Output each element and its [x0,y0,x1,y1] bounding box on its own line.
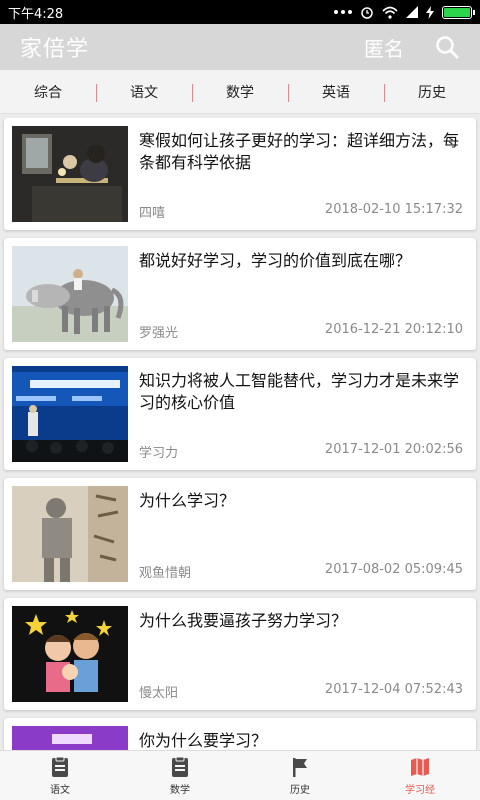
document-icon [172,756,188,777]
article-card[interactable]: 你为什么要学习？ [4,718,476,750]
article-card[interactable]: 知识力将被人工智能替代，学习力才是未来学习的核心价值 学习力 2017-12-0… [4,358,476,470]
nav-history[interactable]: 历史 [240,751,360,800]
article-feed[interactable]: 寒假如何让孩子更好的学习：超详细方法，每条都有科学依据 四嘻 2018-02-1… [0,118,480,750]
article-card[interactable]: 都说好好学习，学习的价值到底在哪？ 罗强光 2016-12-21 20:12:1… [4,238,476,350]
article-title: 知识力将被人工智能替代，学习力才是未来学习的核心价值 [139,371,460,412]
article-thumbnail [12,606,128,702]
nav-label: 历史 [290,784,310,796]
tab-math[interactable]: 数学 [192,82,288,102]
article-thumbnail [12,486,128,582]
bottom-nav: 语文 数学 历史 学习经 [0,750,480,800]
article-thumbnail [12,366,128,462]
article-author: 观鱼惜朝 [139,566,192,581]
article-author: 罗强光 [139,326,179,341]
article-title: 寒假如何让孩子更好的学习：超详细方法，每条都有科学依据 [139,131,460,172]
article-time: 2018-02-10 15:17:32 [324,202,463,217]
map-icon [411,757,429,776]
tab-history[interactable]: 历史 [384,82,480,102]
article-thumbnail [12,726,128,750]
search-icon[interactable] [434,34,460,60]
article-time: 2017-12-01 20:02:56 [324,442,463,457]
nav-chinese[interactable]: 语文 [0,751,120,800]
article-time: 2017-12-04 07:52:43 [324,682,463,697]
status-time: 下午4:28 [8,6,64,22]
signal-icon [406,6,418,18]
article-title: 都说好好学习，学习的价值到底在哪？ [139,251,412,270]
article-time: 2016-12-21 20:12:10 [324,322,463,337]
article-title: 你为什么要学习？ [139,731,268,750]
nav-label: 语文 [50,784,70,796]
tab-general[interactable]: 综合 [0,82,96,102]
article-title: 为什么我要逼孩子努力学习？ [139,611,348,630]
nav-label: 学习经 [405,784,435,796]
tab-english[interactable]: 英语 [288,82,384,102]
category-tabs: 综合 语文 数学 英语 历史 [0,70,480,114]
tab-chinese[interactable]: 语文 [96,82,192,102]
article-card[interactable]: 为什么我要逼孩子努力学习？ 慢太阳 2017-12-04 07:52:43 [4,598,476,710]
article-title: 为什么学习？ [139,491,236,510]
anonymous-button[interactable]: 匿名 [364,33,404,62]
article-card[interactable]: 寒假如何让孩子更好的学习：超详细方法，每条都有科学依据 四嘻 2018-02-1… [4,118,476,230]
article-card[interactable]: 为什么学习？ 观鱼惜朝 2017-08-02 05:09:45 [4,478,476,590]
alarm-icon [361,7,373,19]
article-time: 2017-08-02 05:09:45 [324,562,463,577]
article-author: 学习力 [139,446,179,461]
nav-math[interactable]: 数学 [120,751,240,800]
flag-icon [293,757,307,777]
more-dots-icon [334,10,352,14]
charging-icon [426,5,434,19]
article-author: 慢太阳 [139,686,179,701]
app-bar: 家倍学 匿名 [0,24,480,70]
status-bar: 下午4:28 [0,0,480,24]
status-icons [334,5,475,19]
nav-study-notes[interactable]: 学习经 [360,751,480,800]
wifi-icon [382,6,398,19]
article-author: 四嘻 [139,206,166,221]
article-thumbnail [12,246,128,342]
app-title: 家倍学 [20,37,90,62]
battery-icon [442,5,475,19]
article-thumbnail [12,126,128,222]
nav-label: 数学 [170,784,190,796]
document-icon [52,756,68,777]
